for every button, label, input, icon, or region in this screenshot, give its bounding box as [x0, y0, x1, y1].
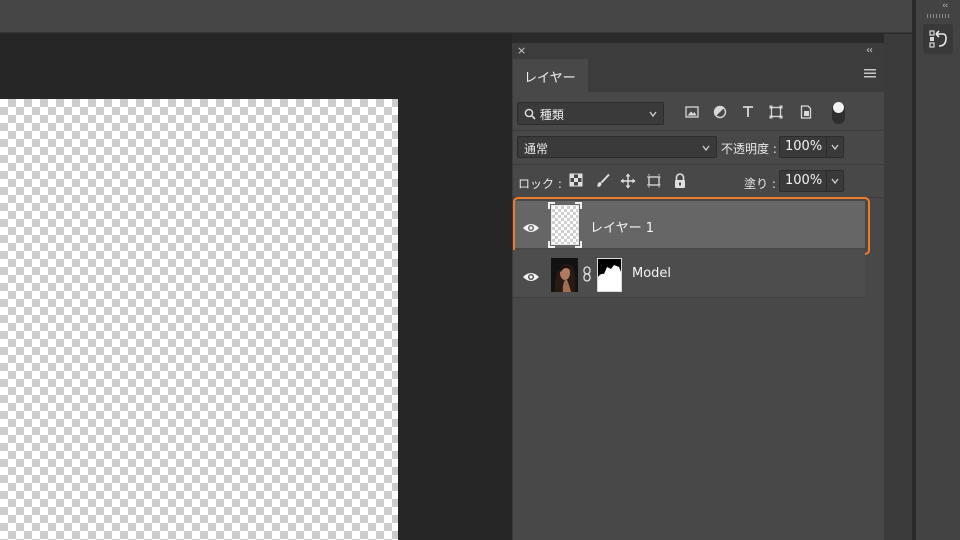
blend-mode-dropdown[interactable]: 通常 — [517, 136, 717, 158]
panel-menu-icon[interactable] — [864, 69, 876, 79]
opacity-input[interactable]: 100% — [779, 136, 827, 158]
lock-transparent-pixels-icon[interactable] — [567, 173, 585, 191]
close-icon[interactable]: × — [517, 44, 526, 58]
lock-image-pixels-icon[interactable] — [594, 173, 612, 191]
selection-highlight — [513, 197, 870, 255]
shape-filter-icon[interactable] — [767, 104, 785, 122]
lock-label: ロック : — [518, 177, 562, 191]
collapse-panel-icon[interactable]: ‹‹ — [866, 44, 873, 58]
fill-label: 塗り : — [744, 177, 776, 191]
model-photo-thumbnail[interactable] — [551, 258, 578, 292]
dock-gutter — [884, 34, 912, 540]
smart-object-filter-icon[interactable] — [797, 104, 815, 122]
history-panel-button[interactable] — [923, 24, 953, 54]
lock-position-icon[interactable] — [619, 173, 637, 191]
dock-collapse-icon[interactable]: ‹‹ — [942, 1, 948, 11]
layer-name[interactable]: Model — [632, 266, 671, 281]
layer-mask-thumbnail[interactable] — [597, 258, 622, 292]
layer-filter-dropdown[interactable]: 種類 — [517, 102, 664, 125]
chevron-down-icon — [831, 144, 839, 151]
mask-link-chain-icon[interactable] — [582, 266, 592, 282]
divider — [512, 164, 884, 165]
divider — [512, 130, 884, 131]
search-icon — [524, 108, 536, 120]
filter-kind-label: 種類 — [539, 108, 564, 122]
fill-input[interactable]: 100% — [779, 170, 827, 192]
opacity-dropdown-button[interactable] — [826, 136, 844, 158]
divider — [513, 297, 865, 298]
chevron-down-icon — [649, 111, 657, 118]
right-dock — [916, 0, 960, 540]
panel-header[interactable] — [512, 43, 884, 59]
opacity-label: 不透明度 : — [721, 142, 777, 156]
dock-grip-handle[interactable] — [927, 14, 951, 18]
type-filter-icon[interactable] — [739, 104, 757, 122]
prevent-auto-nesting-icon[interactable] — [645, 173, 663, 191]
application-bar — [0, 0, 912, 33]
history-icon — [929, 30, 947, 48]
chevron-down-icon — [831, 178, 839, 185]
visibility-eye-icon[interactable] — [522, 268, 540, 281]
tab-layers[interactable]: レイヤー — [513, 59, 588, 92]
image-filter-icon[interactable] — [683, 104, 701, 122]
adjustment-filter-icon[interactable] — [711, 104, 729, 122]
document-canvas-transparent[interactable] — [0, 99, 398, 540]
fill-dropdown-button[interactable] — [826, 170, 844, 192]
blend-mode-value: 通常 — [524, 142, 549, 156]
lock-all-icon[interactable] — [671, 173, 689, 191]
filter-toggle-knob — [833, 102, 844, 113]
chevron-down-icon — [702, 145, 710, 152]
